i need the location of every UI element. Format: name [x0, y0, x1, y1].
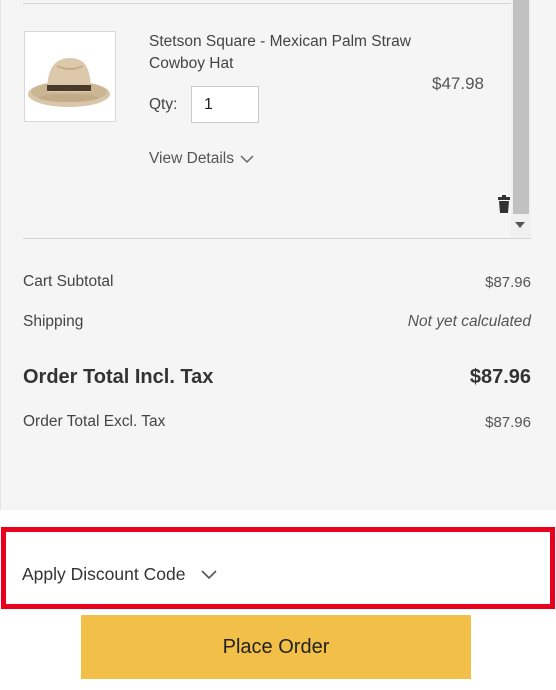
chevron-down-icon	[201, 569, 217, 579]
grand-total-row: Order Total Incl. Tax $87.96	[23, 366, 531, 389]
shipping-row: Shipping Not yet calculated	[23, 313, 531, 331]
shipping-label: Shipping	[23, 313, 84, 330]
shipping-value: Not yet calculated	[407, 313, 531, 330]
view-details-toggle[interactable]: View Details	[149, 150, 254, 168]
subtotal-label: Cart Subtotal	[23, 273, 114, 290]
subtotal-row: Cart Subtotal $87.96	[23, 273, 531, 291]
product-image[interactable]	[24, 31, 116, 122]
excl-tax-row: Order Total Excl. Tax $87.96	[23, 413, 531, 431]
product-name: Stetson Square - Mexican Palm Straw Cowb…	[149, 33, 411, 72]
subtotal-value: $87.96	[485, 273, 531, 291]
chevron-down-icon	[240, 154, 254, 163]
excl-tax-label: Order Total Excl. Tax	[23, 413, 166, 430]
item-price: $47.98	[432, 74, 484, 93]
qty-input[interactable]	[191, 86, 259, 123]
scrollbar-thumb[interactable]	[513, 0, 529, 214]
excl-tax-value: $87.96	[485, 413, 531, 431]
apply-discount-toggle[interactable]: Apply Discount Code	[22, 564, 217, 585]
qty-label: Qty:	[149, 96, 178, 113]
cart-items-list[interactable]: Stetson Square - Mexican Palm Straw Cowb…	[1, 0, 531, 238]
place-order-button[interactable]: Place Order	[81, 615, 471, 679]
grand-total-label: Order Total Incl. Tax	[23, 366, 214, 388]
divider	[23, 238, 531, 239]
order-summary-panel: Stetson Square - Mexican Palm Straw Cowb…	[0, 0, 556, 510]
grand-total-value: $87.96	[469, 366, 531, 388]
apply-discount-label: Apply Discount Code	[22, 564, 186, 584]
view-details-label: View Details	[149, 150, 235, 167]
cowboy-hat-icon	[28, 58, 110, 107]
divider	[23, 3, 511, 4]
scroll-down-arrow[interactable]	[515, 222, 525, 228]
trash-icon[interactable]	[497, 195, 511, 213]
